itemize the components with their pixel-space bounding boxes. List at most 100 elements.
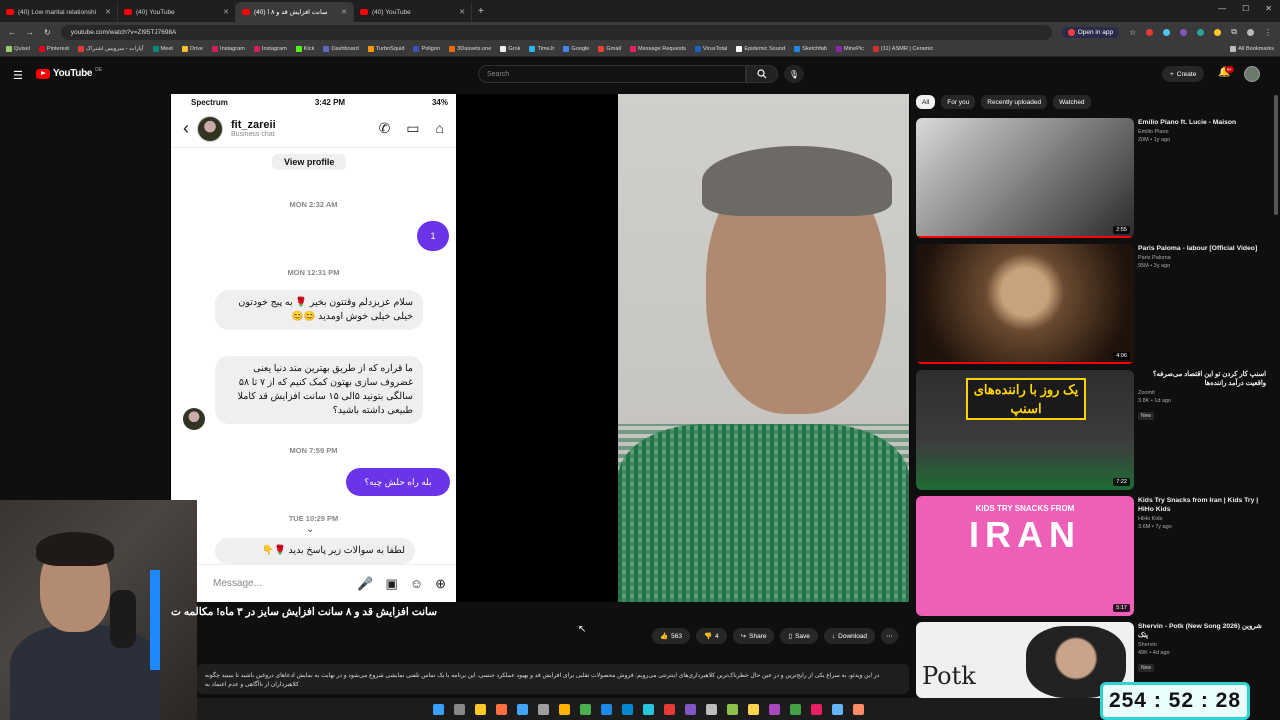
- bookmark-item[interactable]: Drive: [181, 46, 203, 52]
- bookmark-icon: [253, 46, 260, 52]
- video-thumbnail[interactable]: KIDS TRY SNACKS FROM IRAN 5:17: [916, 496, 1134, 616]
- bookmark-item[interactable]: TurboSquid: [367, 46, 404, 52]
- menu-dots-icon[interactable]: ⋮: [1264, 28, 1272, 37]
- extension-icon[interactable]: [1146, 28, 1154, 36]
- chip-all[interactable]: All: [916, 95, 936, 109]
- bookmark-item[interactable]: Meet: [152, 46, 173, 52]
- bookmark-icon: [181, 46, 188, 52]
- profile-icon[interactable]: [1247, 28, 1254, 36]
- app-icon[interactable]: [559, 703, 570, 715]
- recommendation-item[interactable]: 4:06 Paris Paloma - labour [Official Vid…: [916, 244, 1276, 364]
- recommendation-item[interactable]: 2:55 Emilio Piano ft. Lucie - Maison Emi…: [916, 118, 1276, 238]
- minimize-icon[interactable]: —: [1218, 4, 1226, 13]
- app-icon[interactable]: [601, 703, 612, 715]
- video-thumbnail[interactable]: 4:06: [916, 244, 1134, 364]
- browser-tab[interactable]: (40) YouTube ✕: [354, 2, 472, 22]
- url-field[interactable]: youtube.com/watch?v=ZI95TJ7698A: [60, 24, 1052, 40]
- telegram-icon[interactable]: [622, 703, 633, 715]
- close-icon[interactable]: ✕: [459, 8, 465, 16]
- save-button[interactable]: ▯ Save: [780, 628, 818, 644]
- bookmark-item[interactable]: Google: [563, 46, 589, 52]
- bookmark-item[interactable]: Instagram: [253, 46, 287, 52]
- bookmark-item[interactable]: Message Requests: [630, 46, 686, 52]
- bookmark-item[interactable]: Gmail: [598, 46, 621, 52]
- recommendation-item[interactable]: یک روز با رانندەهای اسنپ 7:22 اسنپ کار ک…: [916, 370, 1276, 490]
- bookmark-item[interactable]: Pinterest: [38, 46, 69, 52]
- bookmark-item[interactable]: MinePic: [836, 46, 864, 52]
- bookmark-item[interactable]: Instagram: [212, 46, 245, 52]
- app-icon[interactable]: [853, 703, 864, 715]
- extension-icon[interactable]: [1180, 28, 1188, 36]
- scrollbar[interactable]: [1274, 95, 1278, 215]
- chip-recently-uploaded[interactable]: Recently uploaded: [981, 95, 1048, 109]
- settings-icon[interactable]: [538, 703, 549, 715]
- all-bookmarks-button[interactable]: All Bookmarks: [1230, 46, 1274, 52]
- back-icon[interactable]: ←: [8, 28, 16, 37]
- bookmark-item[interactable]: آپارات - سرویس اشتراک: [77, 46, 144, 52]
- dislike-button[interactable]: 👎 4: [695, 628, 727, 644]
- close-icon[interactable]: ✕: [223, 8, 229, 16]
- maximize-icon[interactable]: ☐: [1242, 4, 1249, 13]
- youtube-logo[interactable]: YouTube DE: [36, 67, 102, 79]
- file-explorer-icon[interactable]: [475, 703, 486, 715]
- video-description[interactable]: در این ویدئو، به سراغ یکی از رایج‌ترین و…: [197, 664, 909, 694]
- extension-icon[interactable]: [1214, 28, 1222, 36]
- chrome-icon[interactable]: [580, 703, 591, 715]
- app-icon[interactable]: [664, 703, 675, 715]
- search-icon[interactable]: [496, 703, 507, 715]
- close-icon[interactable]: ✕: [105, 8, 111, 16]
- taskview-icon[interactable]: [454, 703, 465, 715]
- bookmark-item[interactable]: 3Dassets.one: [449, 46, 491, 52]
- bookmark-item[interactable]: Kick: [295, 46, 314, 52]
- app-icon[interactable]: [811, 703, 822, 715]
- app-icon[interactable]: [517, 703, 528, 715]
- close-window-icon[interactable]: ✕: [1265, 4, 1272, 13]
- menu-icon[interactable]: ☰: [13, 69, 23, 82]
- app-icon[interactable]: [790, 703, 801, 715]
- app-icon[interactable]: [832, 703, 843, 715]
- reload-icon[interactable]: ↻: [44, 28, 51, 37]
- discord-icon[interactable]: [685, 703, 696, 715]
- app-icon[interactable]: [727, 703, 738, 715]
- bookmark-icon: [694, 46, 701, 52]
- voice-search-button[interactable]: 🎙: [784, 65, 804, 83]
- open-in-app-button[interactable]: Open in app: [1061, 26, 1120, 38]
- bookmark-item[interactable]: Quixel: [6, 46, 30, 52]
- bookmark-item[interactable]: VirusTotal: [694, 46, 727, 52]
- more-button[interactable]: ⋯: [881, 628, 898, 644]
- windows-start-icon[interactable]: [433, 703, 444, 715]
- browser-tab[interactable]: (40) YouTube ✕: [118, 2, 236, 22]
- forward-icon[interactable]: →: [26, 28, 34, 37]
- browser-tab[interactable]: (40) Low marital relationshi ✕: [0, 2, 118, 22]
- bookmark-item[interactable]: Grok: [500, 46, 520, 52]
- like-button[interactable]: 👍 563: [652, 628, 690, 644]
- create-button[interactable]: + Create: [1162, 66, 1205, 82]
- video-thumbnail[interactable]: 2:55: [916, 118, 1134, 238]
- search-button[interactable]: [746, 65, 778, 83]
- extensions-puzzle-icon[interactable]: ⧉: [1231, 27, 1237, 37]
- download-button[interactable]: ↓ Download: [823, 628, 876, 644]
- app-icon[interactable]: [706, 703, 717, 715]
- star-icon[interactable]: ☆: [1129, 28, 1136, 37]
- chip-watched[interactable]: Watched: [1053, 95, 1091, 109]
- recommendation-item[interactable]: KIDS TRY SNACKS FROM IRAN 5:17 Kids Try …: [916, 496, 1276, 616]
- bookmark-item[interactable]: Dashboard: [323, 46, 359, 52]
- app-icon[interactable]: [643, 703, 654, 715]
- extension-icon[interactable]: [1197, 28, 1205, 36]
- bookmark-item[interactable]: TimeJr: [529, 46, 554, 52]
- browser-tab-active[interactable]: (40) سانت افزایش قد و ۸ ا ✕: [236, 2, 354, 22]
- avatar[interactable]: [1244, 66, 1260, 82]
- chip-for-you[interactable]: For you: [941, 95, 976, 109]
- bookmark-item[interactable]: Epidemic Sound: [736, 46, 785, 52]
- bookmark-item[interactable]: Sketchfab: [794, 46, 827, 52]
- bookmark-item[interactable]: Poligon: [413, 46, 440, 52]
- close-icon[interactable]: ✕: [341, 8, 347, 16]
- search-input[interactable]: Search: [478, 65, 746, 83]
- app-icon[interactable]: [748, 703, 759, 715]
- bookmark-item[interactable]: (11) ASMR | Ceramic: [872, 46, 933, 52]
- video-thumbnail[interactable]: یک روز با رانندەهای اسنپ 7:22: [916, 370, 1134, 490]
- extension-icon[interactable]: [1163, 28, 1171, 36]
- app-icon[interactable]: [769, 703, 780, 715]
- new-tab-button[interactable]: +: [478, 6, 484, 17]
- share-button[interactable]: ↪ Share: [732, 628, 775, 644]
